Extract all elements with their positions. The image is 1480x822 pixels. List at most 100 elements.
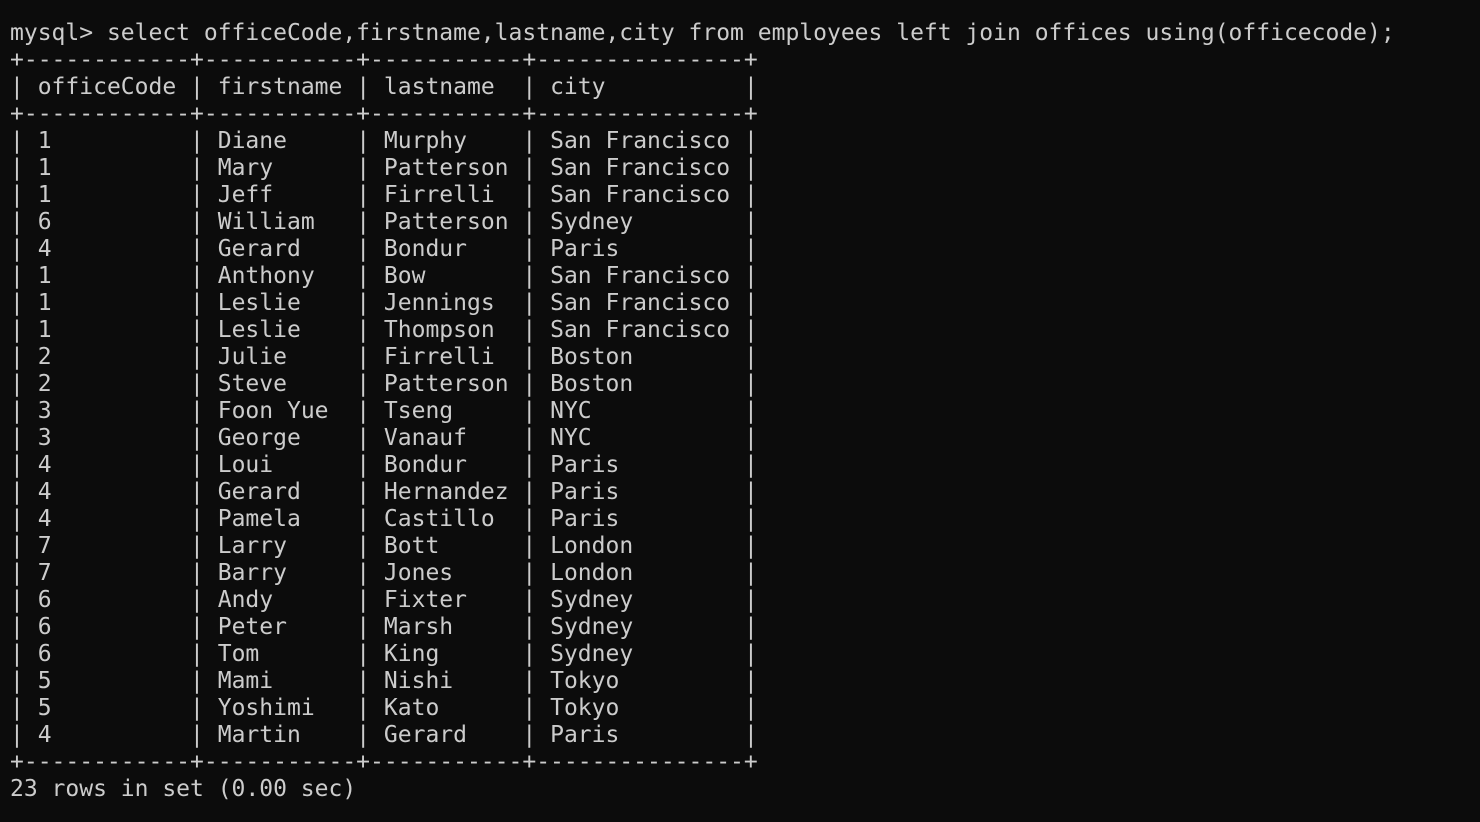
cell-officecode: 5	[37, 695, 52, 721]
table-row: | 7 | Barry | Jones | London |	[10, 560, 758, 586]
cell-city: Paris	[550, 479, 620, 505]
table-row: | 4 | Martin | Gerard | Paris |	[10, 722, 758, 748]
cell-officecode: 6	[37, 209, 52, 235]
cell-city: Boston	[550, 344, 634, 370]
cell-city: San Francisco	[550, 182, 731, 208]
cell-firstname: Peter	[217, 614, 287, 640]
cell-officecode: 3	[37, 425, 52, 451]
cell-officecode: 4	[37, 479, 52, 505]
cell-city: San Francisco	[550, 290, 731, 316]
table-row: | 4 | Gerard | Bondur | Paris |	[10, 236, 758, 262]
cell-firstname: Leslie	[217, 290, 301, 316]
cell-firstname: Tom	[217, 641, 260, 667]
table-row: | 6 | Andy | Fixter | Sydney |	[10, 587, 758, 613]
cell-firstname: Gerard	[217, 479, 301, 505]
cell-city: Paris	[550, 452, 620, 478]
cell-officecode: 1	[37, 263, 52, 289]
table-row: | 2 | Steve | Patterson | Boston |	[10, 371, 758, 397]
cell-firstname: William	[217, 209, 315, 235]
cell-officecode: 4	[37, 236, 52, 262]
cell-lastname: Kato	[383, 695, 440, 721]
table-row: | 5 | Mami | Nishi | Tokyo |	[10, 668, 758, 694]
cell-city: Sydney	[550, 614, 634, 640]
cell-city: Boston	[550, 371, 634, 397]
cell-officecode: 1	[37, 317, 52, 343]
cell-firstname: Julie	[217, 344, 287, 370]
terminal-window[interactable]: mysql> select officeCode,firstname,lastn…	[10, 20, 1470, 803]
cell-lastname: Bott	[383, 533, 440, 559]
cell-firstname: Steve	[217, 371, 287, 397]
cell-lastname: Patterson	[383, 209, 509, 235]
cell-city: Tokyo	[550, 668, 620, 694]
cell-firstname: Anthony	[217, 263, 315, 289]
result-table: +------------+-----------+-----------+--…	[10, 47, 1470, 776]
cell-officecode: 1	[37, 182, 52, 208]
cell-firstname: Martin	[217, 722, 301, 748]
table-border-header: +------------+-----------+-----------+--…	[10, 101, 758, 127]
cell-lastname: Fixter	[383, 587, 467, 613]
cell-officecode: 5	[37, 668, 52, 694]
table-row: | 5 | Yoshimi | Kato | Tokyo |	[10, 695, 758, 721]
cell-firstname: Barry	[217, 560, 287, 586]
table-row: | 4 | Loui | Bondur | Paris |	[10, 452, 758, 478]
cell-lastname: Murphy	[383, 128, 468, 154]
command-line: mysql> select officeCode,firstname,lastn…	[10, 20, 1470, 47]
table-border-top: +------------+-----------+-----------+--…	[10, 47, 758, 73]
table-row: | 1 | Anthony | Bow | San Francisco |	[10, 263, 758, 289]
cell-firstname: Leslie	[217, 317, 301, 343]
cell-lastname: Vanauf	[383, 425, 468, 451]
table-row: | 1 | Mary | Patterson | San Francisco |	[10, 155, 758, 181]
cell-lastname: Bondur	[383, 452, 467, 478]
table-row: | 4 | Gerard | Hernandez | Paris |	[10, 479, 758, 505]
cell-officecode: 6	[37, 614, 52, 640]
cell-city: NYC	[550, 425, 592, 451]
cell-officecode: 7	[37, 560, 52, 586]
cell-lastname: Gerard	[383, 722, 468, 748]
cell-lastname: Castillo	[383, 506, 495, 532]
cell-lastname: Thompson	[383, 317, 495, 343]
cell-city: Paris	[550, 506, 620, 532]
cell-officecode: 4	[37, 722, 52, 748]
cell-lastname: Firrelli	[383, 182, 495, 208]
cell-city: San Francisco	[550, 155, 731, 181]
cell-city: Paris	[550, 236, 620, 262]
result-footer: 23 rows in set (0.00 sec)	[10, 776, 357, 802]
cell-city: San Francisco	[550, 317, 731, 343]
cell-firstname: Foon Yue	[217, 398, 329, 424]
cell-firstname: Diane	[217, 128, 287, 154]
cell-city: Sydney	[550, 209, 634, 235]
table-row: | 1 | Jeff | Firrelli | San Francisco |	[10, 182, 758, 208]
cell-firstname: Jeff	[217, 182, 274, 208]
cell-lastname: Patterson	[383, 155, 509, 181]
cell-firstname: Mary	[217, 155, 274, 181]
cell-firstname: Andy	[217, 587, 274, 613]
cell-officecode: 6	[37, 641, 52, 667]
mysql-prompt: mysql>	[10, 20, 107, 46]
table-row: | 1 | Diane | Murphy | San Francisco |	[10, 128, 758, 154]
table-row: | 1 | Leslie | Thompson | San Francisco …	[10, 317, 758, 343]
table-border-bottom: +------------+-----------+-----------+--…	[10, 749, 758, 775]
table-row: | 3 | George | Vanauf | NYC |	[10, 425, 758, 451]
cell-city: NYC	[550, 398, 592, 424]
cell-lastname: Nishi	[383, 668, 454, 694]
cell-officecode: 6	[37, 587, 52, 613]
table-row: | 7 | Larry | Bott | London |	[10, 533, 758, 559]
cell-officecode: 4	[37, 506, 52, 532]
cell-firstname: Mami	[217, 668, 274, 694]
cell-officecode: 3	[37, 398, 52, 424]
table-header-row: | officeCode | firstname | lastname | ci…	[10, 74, 758, 100]
cell-lastname: Jennings	[383, 290, 495, 316]
cell-lastname: Marsh	[383, 614, 454, 640]
column-header-lastname: lastname	[383, 74, 495, 100]
table-row: | 6 | William | Patterson | Sydney |	[10, 209, 758, 235]
cell-city: London	[550, 533, 634, 559]
cell-officecode: 2	[37, 371, 52, 397]
table-row: | 3 | Foon Yue | Tseng | NYC |	[10, 398, 758, 424]
cell-officecode: 2	[37, 344, 52, 370]
cell-officecode: 4	[37, 452, 52, 478]
cell-city: Tokyo	[550, 695, 620, 721]
cell-lastname: Bow	[383, 263, 426, 289]
sql-command: select officeCode,firstname,lastname,cit…	[106, 20, 1395, 46]
cell-city: Paris	[550, 722, 620, 748]
cell-officecode: 1	[37, 290, 52, 316]
